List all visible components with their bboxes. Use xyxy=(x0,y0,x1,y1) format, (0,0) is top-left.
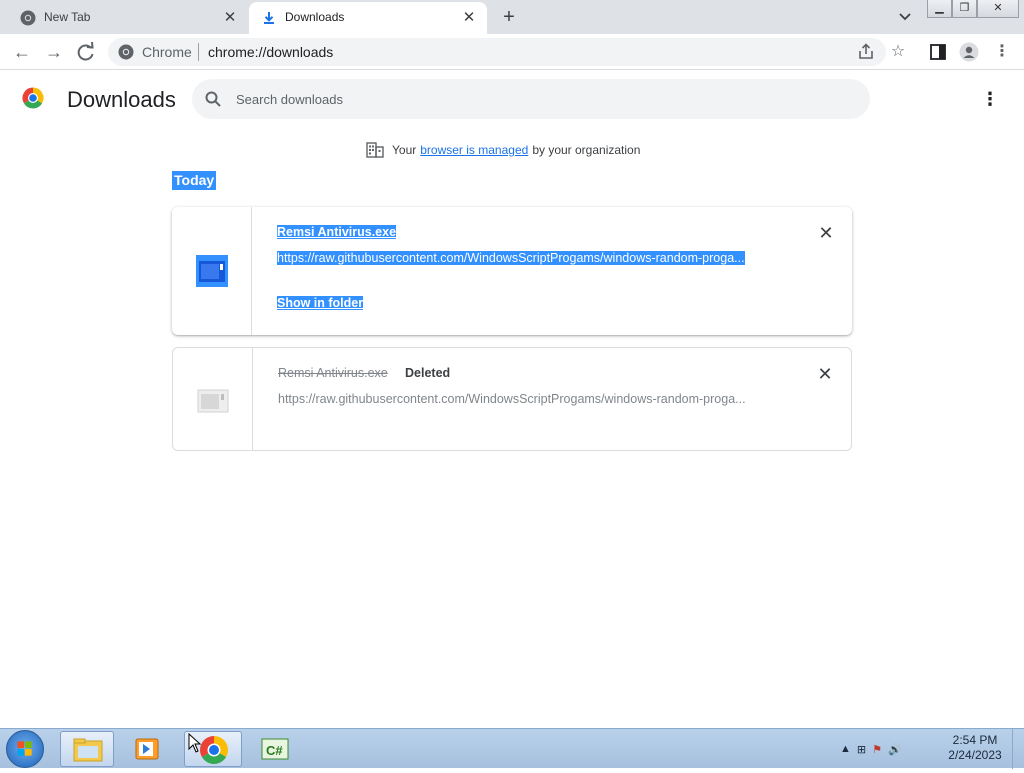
file-icon-column xyxy=(173,348,253,450)
section-header-date: Today xyxy=(172,171,217,190)
file-icon xyxy=(197,389,229,413)
media-player-icon xyxy=(135,738,159,760)
chrome-logo-icon xyxy=(22,87,44,109)
system-tray: ▲ ⊞ ⚑ 🔊 xyxy=(840,735,902,763)
managed-notice: Your browser is managed by your organiza… xyxy=(366,141,640,159)
omnibox-chip: Chrome xyxy=(142,44,192,60)
chrome-icon xyxy=(20,10,36,26)
close-tab-icon[interactable]: ✕ xyxy=(461,10,477,26)
show-hidden-icons-icon[interactable]: ▲ xyxy=(840,743,851,755)
forward-icon[interactable]: → xyxy=(42,40,66,64)
download-source-url[interactable]: https://raw.githubusercontent.com/Window… xyxy=(277,251,745,265)
chrome-icon xyxy=(118,44,134,60)
omnibox-divider xyxy=(198,43,199,61)
new-tab-button[interactable]: + xyxy=(498,6,520,28)
file-icon-column xyxy=(172,207,252,335)
chevron-down-icon[interactable] xyxy=(895,8,915,26)
downloads-page: Downloads ⋮ Your browser is managed by y… xyxy=(0,71,1024,728)
taskbar: C# ▲ ⊞ ⚑ 🔊 2:54 PM 2/24/2023 xyxy=(0,728,1024,769)
building-icon xyxy=(366,142,384,158)
file-icon xyxy=(196,255,228,287)
show-in-folder-link[interactable]: Show in folder xyxy=(277,296,364,310)
minimize-button[interactable]: ▁ xyxy=(927,0,952,18)
download-filename: Remsi Antivirus.exe xyxy=(278,366,388,380)
page-title: Downloads xyxy=(67,87,176,112)
managed-prefix: Your xyxy=(392,143,417,157)
download-source-url[interactable]: https://raw.githubusercontent.com/Window… xyxy=(278,392,746,406)
tab-new-tab[interactable]: New Tab ✕ xyxy=(8,2,248,34)
back-icon[interactable]: ← xyxy=(10,40,34,64)
download-filename-link[interactable]: Remsi Antivirus.exe xyxy=(277,225,397,239)
profile-avatar-icon[interactable] xyxy=(959,42,979,62)
maximize-button[interactable]: ❐ xyxy=(952,0,977,18)
window-controls: ▁ ❐ ✕ xyxy=(927,0,1019,19)
omnibox[interactable]: Chrome chrome://downloads xyxy=(108,38,886,66)
tab-title: New Tab xyxy=(44,10,91,24)
search-input[interactable] xyxy=(236,79,836,119)
network-icon[interactable]: ⊞ xyxy=(857,743,866,756)
start-button[interactable] xyxy=(6,730,44,768)
search-bar[interactable] xyxy=(192,79,870,119)
download-status: Deleted xyxy=(405,366,451,380)
more-actions-icon[interactable]: ⋮ xyxy=(980,89,1000,109)
folder-icon xyxy=(73,738,103,762)
remove-download-icon[interactable]: ✕ xyxy=(817,365,833,383)
bookmark-star-icon[interactable]: ☆ xyxy=(888,42,908,62)
taskbar-explorer[interactable] xyxy=(60,731,114,767)
clock-date: 2/24/2023 xyxy=(948,748,1002,762)
action-center-icon[interactable]: ⚑ xyxy=(872,743,882,756)
tab-strip: New Tab ✕ Downloads ✕ + ▁ ❐ ✕ xyxy=(0,0,1024,34)
show-desktop-button[interactable] xyxy=(1012,729,1024,769)
download-icon xyxy=(264,12,274,24)
reload-icon[interactable] xyxy=(74,40,98,64)
windows-logo-icon xyxy=(17,741,32,756)
mouse-cursor-icon xyxy=(188,733,202,753)
remove-download-icon[interactable]: ✕ xyxy=(818,224,834,242)
clock-time: 2:54 PM xyxy=(952,733,998,747)
managed-suffix: by your organization xyxy=(532,143,641,157)
side-panel-icon[interactable] xyxy=(928,42,948,62)
omnibox-url[interactable]: chrome://downloads xyxy=(208,44,333,60)
csharp-icon: C# xyxy=(261,738,289,760)
download-item: Remsi Antivirus.exe Deleted https://raw.… xyxy=(172,347,852,451)
close-tab-icon[interactable]: ✕ xyxy=(222,10,238,26)
taskbar-csharp[interactable]: C# xyxy=(248,731,302,767)
svg-text:C#: C# xyxy=(266,743,283,758)
tab-title: Downloads xyxy=(285,10,345,24)
browser-managed-link[interactable]: browser is managed xyxy=(420,143,528,157)
volume-icon[interactable]: 🔊 xyxy=(888,743,902,756)
search-icon xyxy=(205,91,221,107)
taskbar-media-player[interactable] xyxy=(120,731,174,767)
browser-menu-icon[interactable]: ⋮ xyxy=(992,42,1012,62)
share-icon[interactable] xyxy=(856,42,876,62)
tab-downloads[interactable]: Downloads ✕ xyxy=(249,2,487,34)
toolbar: ← → Chrome chrome://downloads ☆ ⋮ xyxy=(0,34,1024,70)
close-window-button[interactable]: ✕ xyxy=(977,0,1019,18)
clock[interactable]: 2:54 PM 2/24/2023 xyxy=(940,733,1010,763)
download-item: Remsi Antivirus.exe https://raw.githubus… xyxy=(172,207,852,335)
